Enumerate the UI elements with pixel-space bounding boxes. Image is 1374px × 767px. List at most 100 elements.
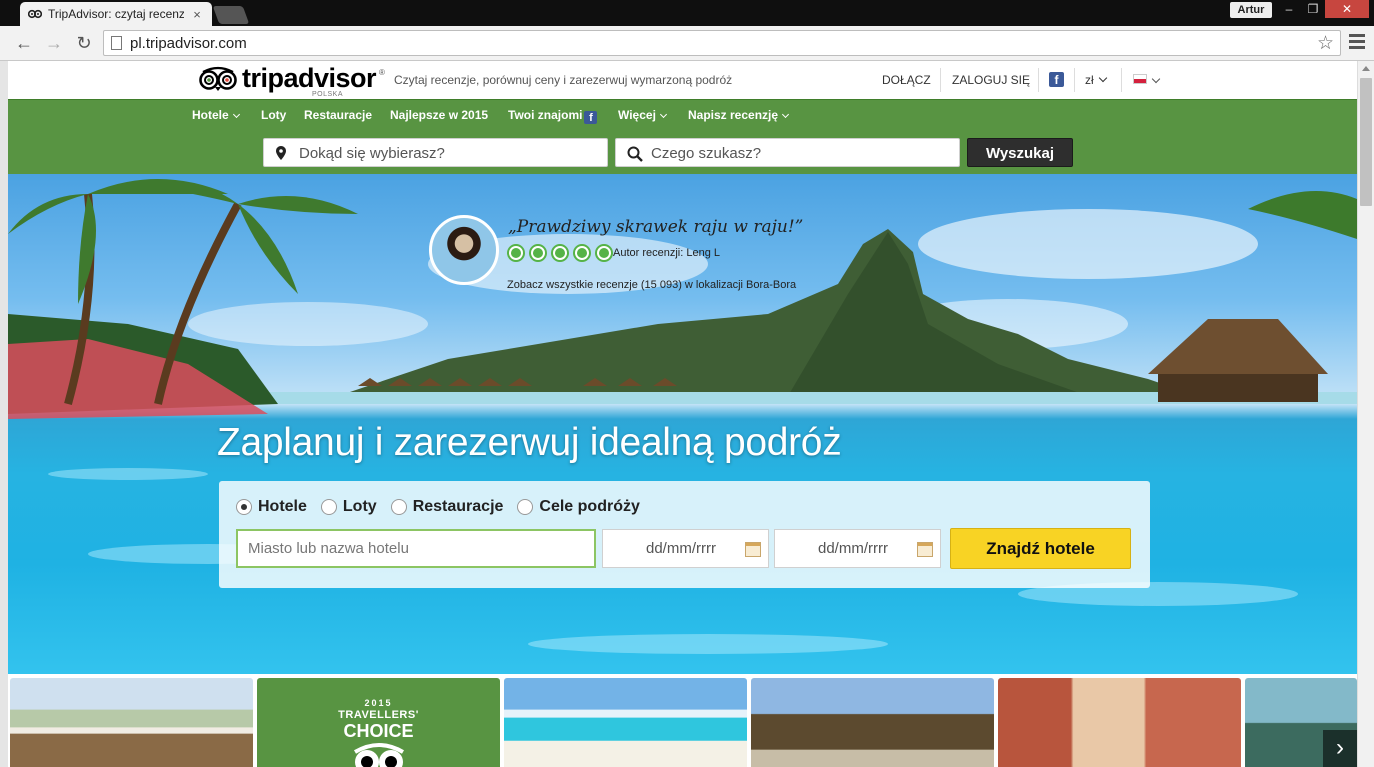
radio-hotels[interactable]: Hotele — [236, 498, 307, 516]
nav-label: Napisz recenzję — [688, 108, 779, 122]
maximize-button[interactable]: ❐ — [1301, 0, 1325, 18]
radio-restaurants[interactable]: Restauracje — [390, 498, 504, 516]
radio-label: Loty — [342, 498, 377, 515]
nav-item-flights[interactable]: Loty — [261, 108, 286, 122]
nav-label: Więcej — [618, 108, 656, 122]
profile-button[interactable]: Artur — [1230, 2, 1272, 18]
poland-flag-icon[interactable] — [1133, 74, 1147, 84]
destination-carousel: 2015 TRAVELLERS' CHOICE › — [8, 674, 1357, 767]
radio-label: Restauracje — [412, 498, 504, 515]
owl-icon — [353, 743, 405, 767]
hero-banner: „Prawdziwy skrawek raju w raju!” Autor r… — [8, 174, 1357, 674]
scrollbar[interactable] — [1357, 61, 1374, 767]
calendar-icon[interactable] — [745, 542, 761, 557]
currency-label: zł — [1085, 73, 1094, 87]
page-icon — [111, 36, 122, 50]
new-tab-button[interactable] — [212, 6, 250, 24]
divider — [940, 68, 941, 92]
destination-tile[interactable] — [10, 678, 253, 767]
close-window-button[interactable]: ✕ — [1325, 0, 1369, 18]
travellers-choice-tile[interactable]: 2015 TRAVELLERS' CHOICE — [257, 678, 500, 767]
browser-toolbar: ← → ↻ pl.tripadvisor.com ☆ — [0, 26, 1374, 61]
chevron-down-icon — [659, 110, 667, 119]
all-reviews-link[interactable]: Zobacz wszystkie recenzje (15 093) w lok… — [507, 279, 796, 291]
radio-button[interactable] — [517, 499, 534, 515]
hero-title: Zaplanuj i zarezerwuj idealną podróż — [217, 421, 842, 464]
radio-button[interactable] — [390, 499, 407, 515]
rating-bubble-icon — [573, 244, 591, 262]
nav-item-restaurants[interactable]: Restauracje — [304, 108, 372, 122]
nav-item-more[interactable]: Więcej — [618, 108, 667, 122]
find-hotels-button[interactable]: Znajdź hotele — [950, 528, 1131, 569]
chevron-down-icon — [232, 110, 240, 119]
facebook-icon: f — [584, 111, 598, 124]
address-bar[interactable]: pl.tripadvisor.com ☆ — [103, 30, 1341, 56]
currency-selector[interactable]: zł — [1085, 73, 1107, 87]
radio-label: Cele podróży — [539, 498, 640, 515]
page-edge — [0, 61, 8, 767]
owl-logo-icon — [199, 66, 237, 91]
browser-menu-icon[interactable] — [1349, 34, 1365, 52]
what-input[interactable]: Czego szukasz? — [615, 138, 960, 167]
tc-line1: TRAVELLERS' — [338, 709, 419, 721]
destination-tile[interactable] — [504, 678, 747, 767]
destination-tile[interactable] — [751, 678, 994, 767]
minimize-button[interactable]: ‒ — [1277, 0, 1301, 18]
calendar-icon[interactable] — [917, 542, 933, 557]
nav-item-best-2015[interactable]: Najlepsze w 2015 — [390, 108, 488, 122]
booking-widget: Hotele Loty Restauracje Cele podróży Mia… — [219, 481, 1150, 588]
chevron-down-icon[interactable] — [1151, 73, 1161, 88]
url-text[interactable]: pl.tripadvisor.com — [130, 35, 247, 52]
hotel-city-input[interactable]: Miasto lub nazwa hotelu — [236, 529, 596, 568]
reload-icon[interactable]: ↻ — [72, 31, 96, 55]
divider — [1038, 68, 1039, 92]
search-type-radios: Hotele Loty Restauracje Cele podróży — [236, 498, 640, 516]
bookmark-star-icon[interactable]: ☆ — [1317, 32, 1334, 55]
reviewer-avatar[interactable] — [429, 215, 499, 285]
where-input[interactable]: Dokąd się wybierasz? — [263, 138, 608, 167]
divider — [1121, 68, 1122, 92]
nav-item-hotels[interactable]: Hotele — [192, 108, 240, 122]
logo-country: POLSKA — [312, 91, 344, 98]
browser-tab[interactable]: TripAdvisor: czytaj recenzje × — [20, 2, 212, 26]
radio-destinations[interactable]: Cele podróży — [517, 498, 640, 516]
checkin-date-input[interactable]: dd/mm/rrrr — [602, 529, 769, 568]
where-placeholder: Dokąd się wybierasz? — [299, 145, 445, 162]
radio-flights[interactable]: Loty — [320, 498, 377, 516]
checkin-placeholder: dd/mm/rrrr — [646, 540, 716, 557]
tripadvisor-logo[interactable]: tripadvisor ® POLSKA — [197, 63, 385, 98]
checkout-date-input[interactable]: dd/mm/rrrr — [774, 529, 941, 568]
facebook-icon[interactable]: f — [1049, 72, 1064, 87]
search-button[interactable]: Wyszukaj — [967, 138, 1073, 167]
close-icon[interactable]: × — [190, 7, 204, 22]
nav-item-write-review[interactable]: Napisz recenzję — [688, 108, 790, 122]
rating-bubble-icon — [595, 244, 613, 262]
rating-bubbles — [507, 244, 613, 262]
what-placeholder: Czego szukasz? — [651, 145, 762, 162]
join-link[interactable]: DOŁĄCZ — [882, 73, 931, 87]
logo-registered: ® — [379, 68, 385, 77]
destination-tile[interactable] — [998, 678, 1241, 767]
tc-line2: CHOICE — [343, 721, 414, 741]
chevron-right-icon[interactable]: › — [1323, 730, 1357, 767]
rating-bubble-icon — [551, 244, 569, 262]
forward-icon[interactable]: → — [42, 31, 66, 55]
radio-button[interactable] — [320, 499, 337, 515]
location-pin-icon — [276, 146, 286, 160]
rating-bubble-icon — [529, 244, 547, 262]
chevron-down-icon — [1098, 73, 1107, 83]
search-icon — [627, 146, 643, 162]
browser-titlebar: TripAdvisor: czytaj recenzje × Artur ‒ ❐… — [0, 0, 1374, 26]
back-icon[interactable]: ← — [12, 31, 36, 55]
login-link[interactable]: ZALOGUJ SIĘ — [952, 73, 1030, 87]
nav-item-friends[interactable]: Twoi znajomi f — [508, 108, 598, 124]
radio-button[interactable] — [236, 499, 252, 515]
nav-label: Twoi znajomi — [508, 108, 583, 122]
checkout-placeholder: dd/mm/rrrr — [818, 540, 888, 557]
rating-bubble-icon — [507, 244, 525, 262]
review-quote[interactable]: „Prawdziwy skrawek raju w raju!” — [508, 217, 803, 237]
scroll-thumb[interactable] — [1360, 78, 1372, 206]
scroll-up-icon[interactable] — [1362, 66, 1370, 71]
site-header: tripadvisor ® POLSKA Czytaj recenzje, po… — [8, 61, 1357, 99]
logo-wordmark: tripadvisor — [242, 63, 377, 93]
